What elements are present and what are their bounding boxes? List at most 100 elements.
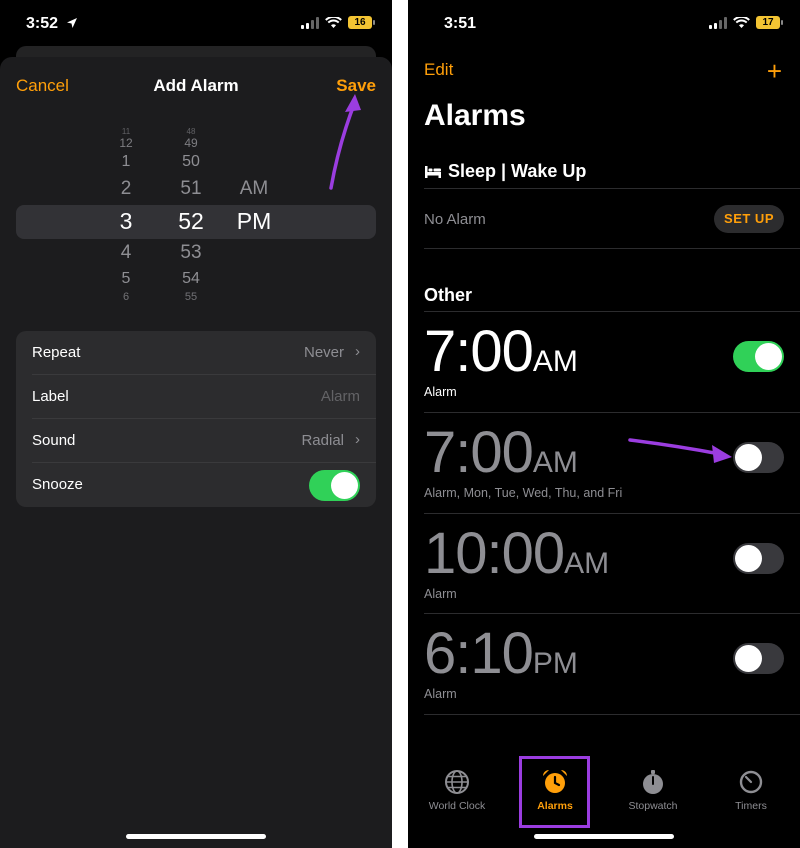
battery-icon: 17 [756, 16, 783, 29]
alarms-screen: 3:51 17 Edit + Alarms Sleep | Wake Up No… [408, 0, 800, 848]
other-section-header: Other [424, 285, 473, 305]
hour-option[interactable]: 1 [96, 153, 156, 171]
minute-option[interactable]: 53 [161, 242, 221, 264]
alarm-ampm: AM [564, 547, 610, 580]
add-alarm-button[interactable]: + [767, 56, 782, 87]
minute-wheel[interactable]: 48 49 50 51 52 53 54 55 [161, 125, 221, 310]
alarm-time: 10:00AM [424, 520, 609, 587]
hour-option[interactable]: 5 [96, 270, 156, 288]
alarm-toggle[interactable] [733, 442, 784, 473]
label-input[interactable]: Alarm [321, 388, 360, 405]
sound-value: Radial [301, 432, 344, 449]
minute-option[interactable]: 49 [161, 136, 221, 150]
divider [424, 714, 800, 715]
alarm-time: 7:00AM [424, 419, 578, 486]
alarm-settings-group: Repeat Never › Label Alarm Sound Radial … [16, 331, 376, 507]
alarm-toggle[interactable] [733, 341, 784, 372]
tab-bar: World Clock Alarms Stopwatch Timers [408, 760, 800, 830]
repeat-label: Repeat [32, 344, 81, 361]
alarm-time: 7:00AM [424, 318, 578, 385]
home-indicator [126, 834, 266, 839]
setup-button[interactable]: SET UP [714, 205, 784, 233]
annotation-highlight-box [519, 756, 590, 828]
edit-button[interactable]: Edit [424, 60, 453, 80]
tab-label: Stopwatch [628, 800, 678, 812]
sheet-title: Add Alarm [153, 76, 239, 95]
cellular-signal-icon [301, 16, 319, 29]
bed-icon [425, 165, 441, 178]
sleep-section-header: Sleep | Wake Up [424, 161, 586, 182]
alarm-ampm: AM [532, 446, 578, 479]
toggle-knob [735, 444, 762, 471]
minute-option[interactable]: 50 [161, 153, 221, 171]
divider [424, 248, 800, 249]
sound-label: Sound [32, 432, 76, 449]
hour-option[interactable]: 12 [96, 136, 156, 150]
alarm-toggle[interactable] [733, 643, 784, 674]
alarm-label: Alarm [424, 687, 457, 701]
pm-selected[interactable]: PM [224, 208, 284, 235]
minute-option[interactable]: 51 [161, 178, 221, 200]
stopwatch-icon [643, 770, 663, 794]
ampm-wheel[interactable]: AM PM [224, 125, 284, 310]
minute-option[interactable]: 54 [161, 270, 221, 288]
location-arrow-icon [67, 18, 77, 28]
wifi-icon [325, 16, 342, 28]
am-option[interactable]: AM [224, 178, 284, 200]
status-time: 3:52 [26, 15, 59, 32]
sound-row[interactable]: Sound Radial › [32, 419, 376, 463]
no-alarm-text: No Alarm [424, 211, 486, 228]
repeat-row[interactable]: Repeat Never › [32, 331, 376, 375]
alarm-ampm: AM [532, 345, 578, 378]
tab-label: World Clock [428, 800, 486, 812]
alarm-label: Alarm [424, 587, 457, 601]
snooze-toggle[interactable] [309, 470, 360, 501]
alarm-time: 6:10PM [424, 620, 578, 687]
divider [424, 188, 800, 189]
alarm-row[interactable]: 10:00AM Alarm [424, 514, 800, 614]
hour-option[interactable]: 6 [96, 291, 156, 303]
snooze-label: Snooze [32, 476, 83, 493]
sleep-section-title: Sleep | Wake Up [448, 161, 587, 181]
minute-option[interactable]: 55 [161, 291, 221, 303]
alarm-ampm: PM [532, 647, 578, 680]
globe-icon [445, 770, 469, 794]
chevron-right-icon: › [355, 431, 360, 448]
page-title: Alarms [424, 99, 526, 132]
minute-selected[interactable]: 52 [161, 208, 221, 235]
label-label: Label [32, 388, 69, 405]
hour-wheel[interactable]: 11 12 1 2 3 4 5 6 [96, 125, 156, 310]
add-alarm-screen: 3:52 16 Cancel Add Alarm Save 11 12 1 2 … [0, 0, 392, 848]
alarm-row[interactable]: 7:00AM Alarm, Mon, Tue, Wed, Thu, and Fr… [424, 413, 800, 513]
tab-timers[interactable]: Timers [702, 760, 800, 812]
alarm-row[interactable]: 6:10PM Alarm [424, 614, 800, 714]
toggle-knob [735, 545, 762, 572]
home-indicator [534, 834, 674, 839]
toggle-knob [755, 343, 782, 370]
alarm-time-digits: 7:00 [424, 420, 534, 485]
toggle-knob [331, 472, 358, 499]
tab-label: Timers [735, 800, 767, 812]
hour-selected[interactable]: 3 [96, 208, 156, 235]
save-button[interactable]: Save [336, 76, 376, 96]
alarm-toggle[interactable] [733, 543, 784, 574]
hour-option[interactable]: 4 [96, 242, 156, 264]
hour-option[interactable]: 2 [96, 178, 156, 200]
add-alarm-sheet: Cancel Add Alarm Save 11 12 1 2 3 4 5 6 … [0, 57, 392, 848]
tab-stopwatch[interactable]: Stopwatch [604, 760, 702, 812]
toggle-knob [735, 645, 762, 672]
minute-option[interactable]: 48 [161, 127, 221, 136]
cellular-signal-icon [709, 16, 727, 29]
battery-icon: 16 [348, 16, 375, 29]
alarm-row[interactable]: 7:00AM Alarm [424, 312, 800, 412]
hour-option[interactable]: 11 [96, 127, 156, 136]
alarm-time-digits: 7:00 [424, 319, 534, 384]
alarm-time-digits: 10:00 [424, 521, 565, 586]
snooze-row: Snooze [32, 463, 376, 507]
tab-world-clock[interactable]: World Clock [408, 760, 506, 812]
label-row[interactable]: Label Alarm [32, 375, 376, 419]
alarm-time-digits: 6:10 [424, 621, 534, 686]
time-picker[interactable]: 11 12 1 2 3 4 5 6 48 49 50 51 52 53 54 5… [0, 125, 392, 310]
status-time: 3:51 [444, 15, 477, 32]
alarm-label: Alarm [424, 385, 457, 399]
